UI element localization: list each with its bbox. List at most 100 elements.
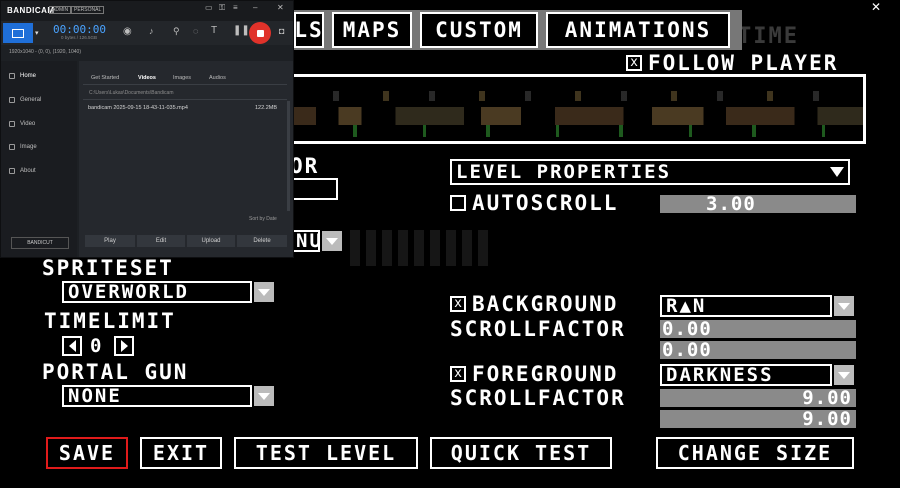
bg-time-text: TIME (738, 24, 799, 49)
bandicam-sidebar (1, 61, 77, 257)
fg-scroll-y-input[interactable]: 9.00 (660, 410, 856, 428)
timelimit-decrement-button[interactable] (62, 336, 82, 356)
sidebar-item-about[interactable]: About (9, 168, 36, 174)
delete-button[interactable]: Delete (237, 235, 287, 247)
bandicam-logo: BANDICAM (7, 6, 55, 15)
sidebar-item-home[interactable]: Home (9, 73, 36, 79)
level-minimap[interactable] (290, 74, 866, 144)
bg-scroll-y-input[interactable]: 0.00 (660, 341, 856, 359)
bandicam-titlebar: BANDICAM ADMIN PERSONAL ▭ ⚿ ≡ – ✕ (1, 1, 293, 21)
close-icon[interactable]: ✕ (277, 3, 284, 12)
partial-menu-select[interactable]: NU (290, 230, 320, 252)
tab-audios[interactable]: Audios (209, 75, 226, 81)
sidebar-item-video[interactable]: Video (9, 121, 35, 127)
bg-scroll-x-input[interactable]: 0.00 (660, 320, 856, 338)
file-name: bandicam 2025-09-15 18-43-11-035.mp4 (88, 105, 188, 111)
tab-underline (83, 84, 287, 85)
admin-badge: ADMIN (49, 6, 72, 14)
mouse-icon[interactable]: ◌ (193, 26, 198, 36)
background-label: BACKGROUND (472, 292, 619, 316)
tab-custom[interactable]: CUSTOM (420, 12, 538, 48)
foreground-label: FOREGROUND (472, 362, 619, 386)
tab-images[interactable]: Images (173, 75, 191, 81)
sidebar-item-general[interactable]: General (9, 97, 41, 103)
spriteset-select[interactable]: OVERWORLD (62, 281, 252, 303)
exit-button[interactable]: EXIT (140, 437, 222, 469)
folder-icon[interactable]: ▭ (205, 3, 213, 12)
sidebar-item-label: Video (20, 121, 36, 127)
partial-menu-arrow-icon[interactable] (322, 231, 342, 251)
portal-gun-label: PORTAL GUN (42, 360, 189, 384)
minimize-icon[interactable]: – (253, 3, 257, 12)
sidebar-item-label: Home (20, 73, 37, 79)
edit-button[interactable]: Edit (137, 235, 185, 247)
fg-scroll-x-input[interactable]: 9.00 (660, 389, 856, 407)
gear-icon (9, 97, 15, 103)
bg-scrollfactor-label: SCROLLFACTOR (450, 317, 626, 341)
tab-videos[interactable]: Videos (138, 75, 156, 81)
scrollbar[interactable] (287, 101, 290, 211)
fg-scrollfactor-label: SCROLLFACTOR (450, 386, 626, 410)
rectangle-mode-icon (12, 28, 24, 38)
change-size-button[interactable]: CHANGE SIZE (656, 437, 854, 469)
minimap-details (293, 91, 863, 101)
screen-mode-button[interactable] (3, 23, 33, 43)
sort-by-date[interactable]: Sort by Date (249, 216, 277, 222)
size-info: 0 bytes / 126.5GB (61, 35, 98, 40)
camera-icon[interactable]: ◘ (279, 26, 284, 36)
timelimit-label: TIMELIMIT (44, 309, 176, 333)
mode-dropdown-icon[interactable]: ▾ (35, 29, 39, 37)
window-close-button[interactable]: ✕ (852, 0, 900, 14)
foreground-select[interactable]: DARKNESS (660, 364, 832, 386)
bandicut-button[interactable]: BANDICUT (11, 237, 69, 249)
minimap-plants (293, 125, 863, 137)
menu-icon[interactable]: ≡ (233, 3, 238, 12)
tab-tiles[interactable]: LS (294, 12, 324, 48)
foreground-checkbox[interactable]: x (450, 366, 466, 382)
key-icon[interactable]: ⚿ (219, 3, 225, 13)
bandicam-window: BANDICAM ADMIN PERSONAL ▭ ⚿ ≡ – ✕ ▾ 00:0… (0, 0, 294, 258)
sidebar-item-image[interactable]: Image (9, 144, 37, 150)
text-icon[interactable]: T (211, 25, 217, 36)
tab-get-started[interactable]: Get Started (91, 75, 119, 81)
autoscroll-checkbox[interactable] (450, 195, 466, 211)
spriteset-label: SPRITESET (42, 256, 174, 280)
partial-left-input[interactable] (290, 178, 338, 200)
file-row[interactable]: bandicam 2025-09-15 18-43-11-035.mp4 122… (83, 104, 287, 114)
record-button[interactable] (249, 22, 271, 44)
test-level-button[interactable]: TEST LEVEL (234, 437, 418, 469)
pause-icon[interactable]: ❚❚ (233, 25, 250, 36)
image-icon (9, 144, 15, 150)
save-button[interactable]: SAVE (46, 437, 128, 469)
background-select[interactable]: R▲N (660, 295, 832, 317)
portal-gun-arrow-icon[interactable] (254, 386, 274, 406)
spriteset-arrow-icon[interactable] (254, 282, 274, 302)
play-button[interactable]: Play (85, 235, 135, 247)
follow-player-label: FOLLOW PLAYER (648, 51, 839, 75)
video-icon (9, 121, 15, 127)
webcam-icon[interactable]: ◉ (123, 26, 132, 37)
portal-gun-select[interactable]: NONE (62, 385, 252, 407)
microphone-icon[interactable]: ⚲ (173, 26, 180, 37)
autoscroll-label: AUTOSCROLL (472, 191, 619, 215)
faint-bg-pattern (350, 230, 490, 266)
tab-animations[interactable]: ANIMATIONS (546, 12, 730, 48)
stop-icon (256, 29, 264, 37)
autoscroll-input[interactable]: 3.00 (660, 195, 856, 213)
file-list-divider (83, 99, 287, 100)
follow-player-checkbox[interactable]: x (626, 55, 642, 71)
foreground-arrow-icon[interactable] (834, 365, 854, 385)
bandicam-toolbar: ▾ 00:00:00 0 bytes / 126.5GB ◉ ♪ ⚲ ◌ T ❚… (1, 21, 293, 45)
tab-maps[interactable]: MAPS (332, 12, 412, 48)
timelimit-increment-button[interactable] (114, 336, 134, 356)
folder-path: C:\Users\Lukas\Documents\Bandicam (89, 90, 174, 96)
info-icon (9, 168, 15, 174)
background-checkbox[interactable]: x (450, 296, 466, 312)
timelimit-value: 0 (90, 335, 104, 357)
quick-test-button[interactable]: QUICK TEST (430, 437, 612, 469)
background-arrow-icon[interactable] (834, 296, 854, 316)
left-arrow-icon (68, 340, 76, 352)
upload-button[interactable]: Upload (187, 235, 235, 247)
level-properties-select[interactable]: LEVEL PROPERTIES (450, 159, 850, 185)
speaker-icon[interactable]: ♪ (149, 26, 154, 36)
